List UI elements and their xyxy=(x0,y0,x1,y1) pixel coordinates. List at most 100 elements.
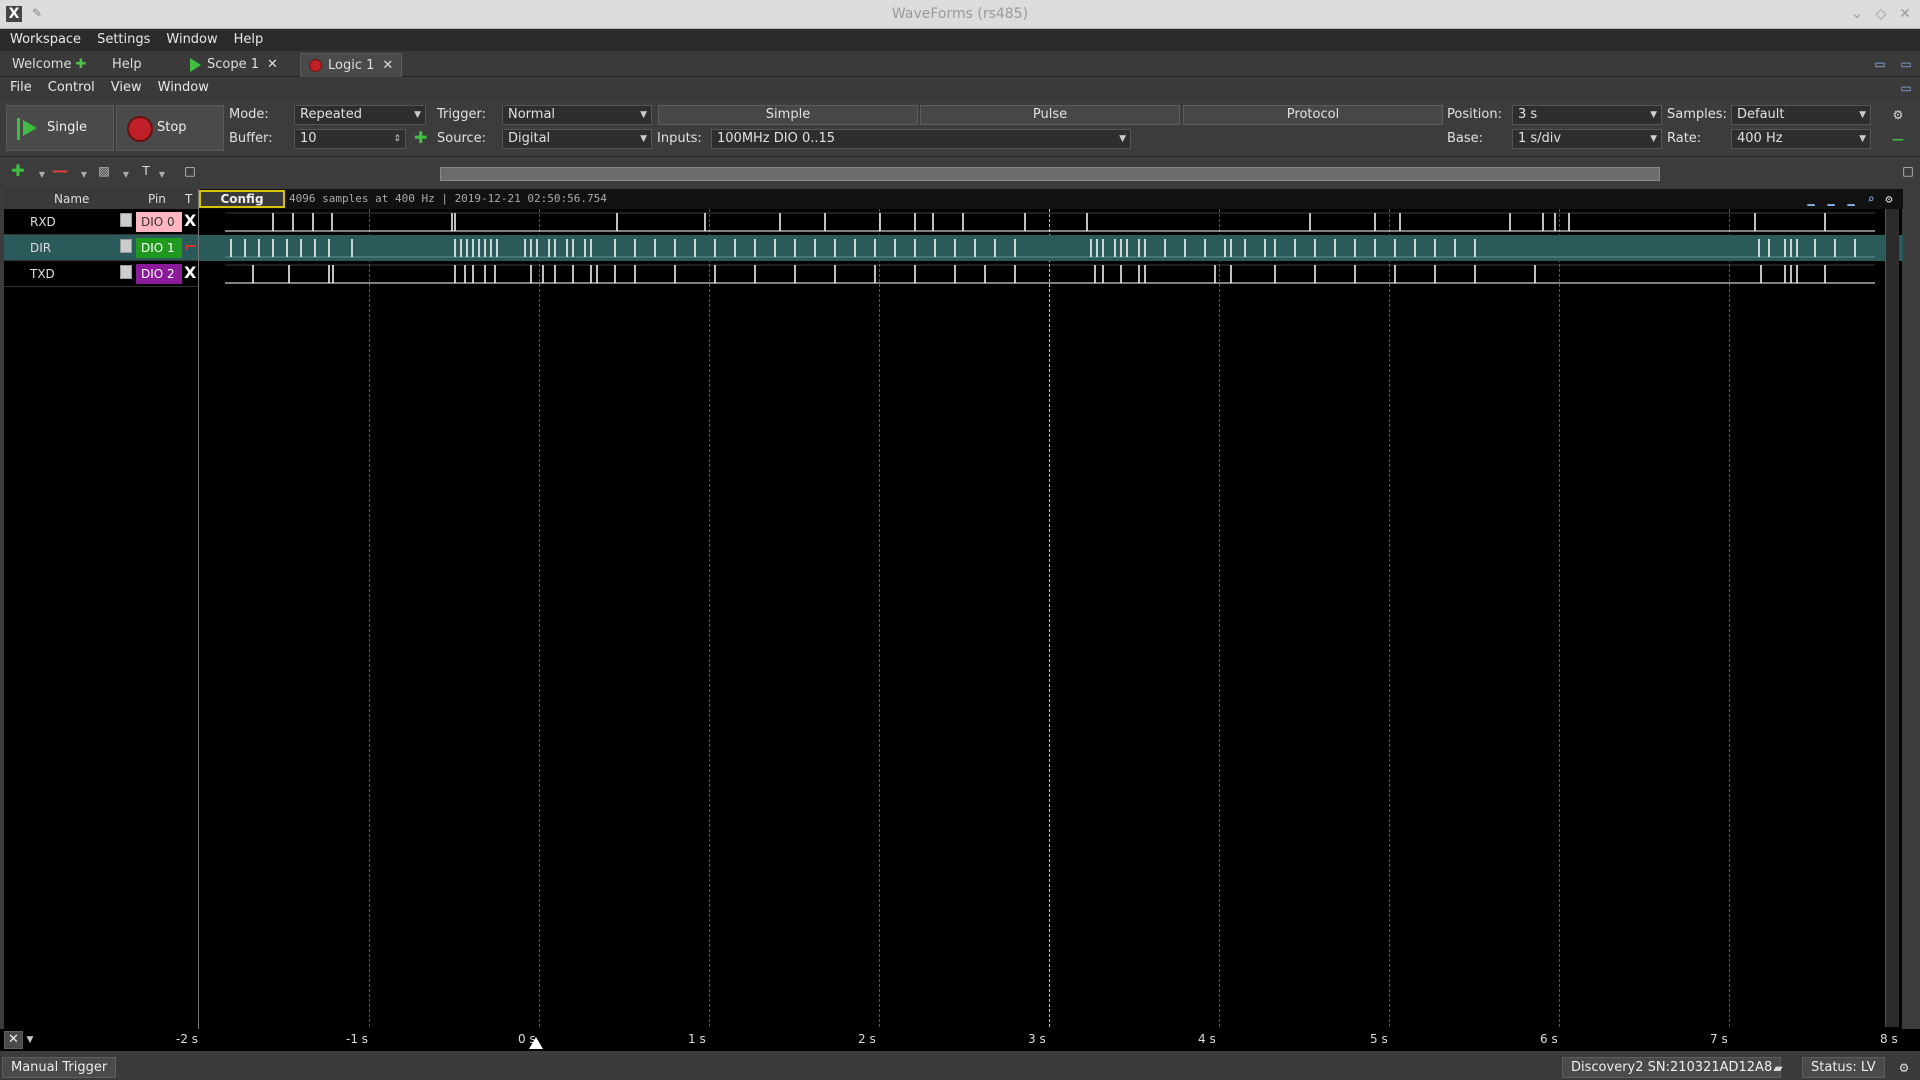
channel-pin[interactable]: DIO 2 xyxy=(136,264,182,284)
mode-select[interactable]: Repeated ▼ xyxy=(294,105,426,125)
protocol-trigger-button[interactable]: Protocol xyxy=(1183,105,1443,125)
buffer-input[interactable]: 10 ⇕ xyxy=(294,129,406,149)
channel-name: RXD xyxy=(30,215,56,229)
channel-row[interactable]: DIR DIO 1 ⌐ xyxy=(4,235,198,261)
gear-icon[interactable]: ⚙ xyxy=(1890,107,1906,123)
inputs-select[interactable]: 100MHz DIO 0..15 ▼ xyxy=(711,129,1131,149)
device-button[interactable]: Discovery2 SN:210321AD12A8 xyxy=(1562,1057,1782,1078)
gear-icon[interactable]: ⚙ xyxy=(1896,1060,1912,1076)
text-format-icon[interactable]: T xyxy=(138,163,154,179)
tab-help[interactable]: Help xyxy=(104,53,150,77)
pulse-trigger-button[interactable]: Pulse xyxy=(920,105,1180,125)
base-input[interactable]: 1 s/div ▼ xyxy=(1512,129,1662,149)
device-icon[interactable]: ▰ xyxy=(1770,1060,1786,1076)
samples-select[interactable]: Default ▼ xyxy=(1731,105,1871,125)
menu-view[interactable]: View xyxy=(105,77,148,99)
manual-trigger-button[interactable]: Manual Trigger xyxy=(2,1057,117,1078)
channel-pin[interactable]: DIO 1 xyxy=(136,238,182,258)
minus-icon[interactable]: — xyxy=(1890,131,1906,147)
chevron-down-icon[interactable]: ▼ xyxy=(34,167,50,183)
vertical-scrollbar[interactable] xyxy=(1885,209,1899,1027)
samples-label: Samples: xyxy=(1667,107,1727,122)
stop-icon xyxy=(127,116,153,142)
add-buffer-icon[interactable]: ✚ xyxy=(414,128,427,148)
channel-options-icon[interactable] xyxy=(120,213,132,227)
channel-row[interactable]: RXD DIO 0 X xyxy=(4,209,198,235)
trigger-condition[interactable]: X xyxy=(184,263,198,282)
menu-help[interactable]: Help xyxy=(228,29,270,51)
window-title: WaveForms (rs485) xyxy=(891,6,1029,22)
stepper-icon[interactable]: ⇕ xyxy=(393,130,401,148)
chevron-down-icon: ▼ xyxy=(1119,134,1126,144)
trigger-select[interactable]: Normal ▼ xyxy=(502,105,652,125)
channel-list-empty xyxy=(4,287,198,1029)
single-button[interactable]: Single xyxy=(6,105,114,151)
chevron-down-icon: ▼ xyxy=(640,110,647,120)
edit-channel-icon[interactable]: ▨ xyxy=(96,163,112,179)
tick-label: 3 s xyxy=(1028,1032,1046,1046)
menu-workspace[interactable]: Workspace xyxy=(4,29,87,51)
chevron-down-icon[interactable]: ▼ xyxy=(22,1032,38,1048)
minimize-icon[interactable]: ⌄ xyxy=(1848,5,1866,23)
channel-row[interactable]: TXD DIO 2 X xyxy=(4,261,198,287)
txd-trace xyxy=(225,264,1875,284)
tab-welcome[interactable]: Welcome ✚ xyxy=(4,53,94,77)
zoom-fit-icon[interactable]: ▁ xyxy=(1803,191,1819,207)
panel-icon[interactable]: ▭ xyxy=(1898,80,1914,96)
square-icon[interactable]: □ xyxy=(182,163,198,179)
menu-window-sub[interactable]: Window xyxy=(152,77,215,99)
zoom-in-icon[interactable]: ▁ xyxy=(1823,191,1839,207)
tab-scope-1[interactable]: Scope 1 ✕ xyxy=(182,53,286,77)
main-menu: Workspace Settings Window Help xyxy=(0,29,1920,51)
close-icon[interactable]: ✕ xyxy=(4,1031,23,1049)
config-button[interactable]: Config xyxy=(199,190,285,208)
trigger-condition[interactable]: X xyxy=(184,211,198,230)
close-tab-icon[interactable]: ✕ xyxy=(267,57,278,72)
tab-bar: Welcome ✚ Help Scope 1 ✕ Logic 1 ✕ ▭ ▭ xyxy=(0,51,1920,77)
remove-channel-icon[interactable]: — xyxy=(52,163,68,179)
channel-options-icon[interactable] xyxy=(120,265,132,279)
position-input[interactable]: 3 s ▼ xyxy=(1512,105,1662,125)
menu-control[interactable]: Control xyxy=(42,77,101,99)
tick-label: 2 s xyxy=(858,1032,876,1046)
waveform-plot[interactable]: Config 4096 samples at 400 Hz | 2019-12-… xyxy=(198,189,1903,1029)
chevron-down-icon[interactable]: ▼ xyxy=(76,167,92,183)
gear-icon[interactable]: ⚙ xyxy=(1881,191,1897,207)
trigger-position-marker[interactable] xyxy=(529,1037,543,1049)
menu-settings[interactable]: Settings xyxy=(91,29,156,51)
grid-line xyxy=(879,209,880,1027)
status-button[interactable]: Status: LV xyxy=(1802,1057,1885,1078)
zoom-out-icon[interactable]: ▁ xyxy=(1843,191,1859,207)
expand-icon[interactable]: □ xyxy=(1900,163,1916,179)
source-select[interactable]: Digital ▼ xyxy=(502,129,652,149)
dock-icon[interactable]: ▭ xyxy=(1872,56,1888,72)
tick-label: 8 s xyxy=(1880,1032,1898,1046)
status-bar: Manual Trigger Discovery2 SN:210321AD12A… xyxy=(0,1056,1920,1080)
menu-window[interactable]: Window xyxy=(160,29,223,51)
trigger-condition[interactable]: ⌐ xyxy=(184,237,198,256)
stop-button[interactable]: Stop xyxy=(116,105,224,151)
sample-info: 4096 samples at 400 Hz | 2019-12-21 02:5… xyxy=(289,192,607,205)
maximize-icon[interactable]: ◇ xyxy=(1872,5,1890,23)
chevron-down-icon[interactable]: ▼ xyxy=(154,167,170,183)
channel-pin[interactable]: DIO 0 xyxy=(136,212,182,232)
rate-select[interactable]: 400 Hz ▼ xyxy=(1731,129,1871,149)
time-scrollbar[interactable] xyxy=(440,167,1660,181)
rxd-trace xyxy=(225,212,1875,232)
channel-options-icon[interactable] xyxy=(120,239,132,253)
chevron-down-icon[interactable]: ▼ xyxy=(118,167,134,183)
tab-logic-1[interactable]: Logic 1 ✕ xyxy=(300,53,403,77)
tick-label: 6 s xyxy=(1540,1032,1558,1046)
add-tab-icon[interactable]: ✚ xyxy=(75,57,86,72)
close-tab-icon[interactable]: ✕ xyxy=(382,58,393,73)
close-icon[interactable]: ✕ xyxy=(1896,5,1914,23)
mode-label: Mode: xyxy=(229,107,269,122)
menu-file[interactable]: File xyxy=(4,77,38,99)
magnifier-icon[interactable]: ⌕ xyxy=(1863,191,1879,207)
simple-trigger-button[interactable]: Simple xyxy=(658,105,918,125)
chevron-down-icon: ▼ xyxy=(640,134,647,144)
add-channel-icon[interactable]: ✚ xyxy=(10,163,26,179)
grid-line xyxy=(1729,209,1730,1027)
undock-icon[interactable]: ▭ xyxy=(1898,56,1914,72)
grid-line xyxy=(709,209,710,1027)
